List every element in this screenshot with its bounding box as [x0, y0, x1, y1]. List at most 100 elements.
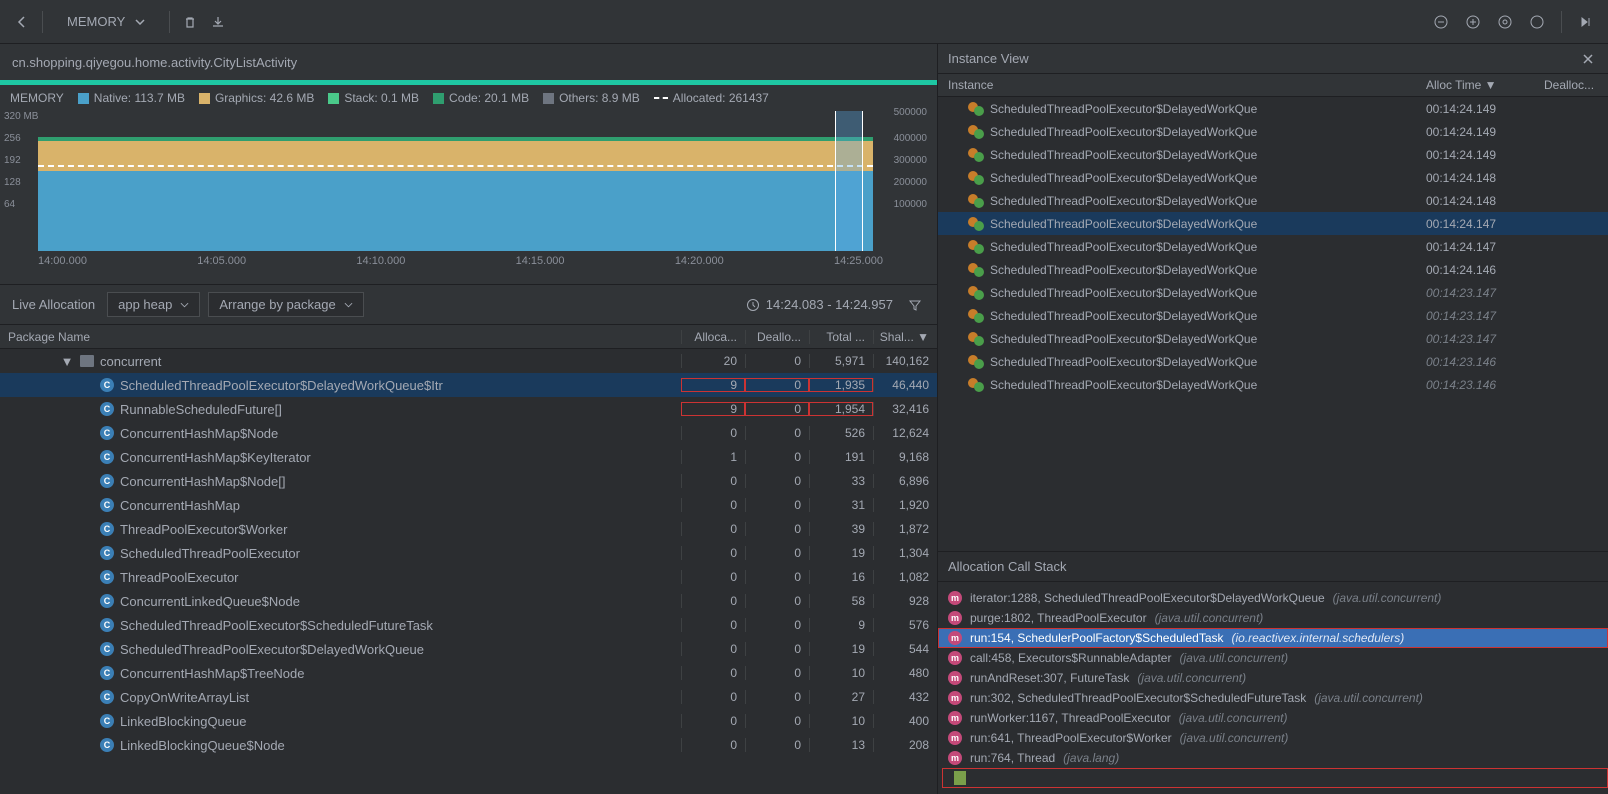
back-button[interactable] [8, 8, 36, 36]
package-folder-row[interactable]: ▼ concurrent 20 0 5,971 140,162 [0, 349, 937, 373]
stack-frame[interactable]: m run:302, ScheduledThreadPoolExecutor$S… [938, 688, 1608, 708]
frame-method: runWorker:1167, ThreadPoolExecutor [970, 711, 1171, 725]
chart-layer-code [38, 137, 873, 141]
delete-button[interactable] [176, 8, 204, 36]
class-row[interactable]: C ConcurrentLinkedQueue$Node 0 0 58 928 [0, 589, 937, 613]
chart-allocated-line [38, 165, 873, 167]
zoom-out-button[interactable] [1427, 8, 1455, 36]
instance-row[interactable]: ScheduledThreadPoolExecutor$DelayedWorkQ… [938, 258, 1608, 281]
instance-row[interactable]: ScheduledThreadPoolExecutor$DelayedWorkQ… [938, 235, 1608, 258]
instance-alloc-time: 00:14:24.148 [1418, 194, 1538, 208]
instance-name: ScheduledThreadPoolExecutor$DelayedWorkQ… [990, 240, 1257, 254]
zoom-reset-button[interactable] [1491, 8, 1519, 36]
class-row[interactable]: C ScheduledThreadPoolExecutor$ScheduledF… [0, 613, 937, 637]
class-row[interactable]: C ThreadPoolExecutor$Worker 0 0 39 1,872 [0, 517, 937, 541]
instance-row[interactable]: ScheduledThreadPoolExecutor$DelayedWorkQ… [938, 189, 1608, 212]
class-row[interactable]: C ScheduledThreadPoolExecutor 0 0 19 1,3… [0, 541, 937, 565]
instance-row[interactable]: ScheduledThreadPoolExecutor$DelayedWorkQ… [938, 166, 1608, 189]
stack-frame[interactable]: m run:641, ThreadPoolExecutor$Worker (ja… [938, 728, 1608, 748]
y-right-tick: 300000 [894, 155, 927, 166]
instance-row[interactable]: ScheduledThreadPoolExecutor$DelayedWorkQ… [938, 373, 1608, 396]
instance-name: ScheduledThreadPoolExecutor$DelayedWorkQ… [990, 171, 1257, 185]
instance-icon [968, 171, 984, 185]
method-icon: m [948, 611, 962, 625]
instance-row[interactable]: ScheduledThreadPoolExecutor$DelayedWorkQ… [938, 304, 1608, 327]
class-row[interactable]: C CopyOnWriteArrayList 0 0 27 432 [0, 685, 937, 709]
class-row[interactable]: C ConcurrentHashMap$KeyIterator 1 0 191 … [0, 445, 937, 469]
col-alloc-time[interactable]: Alloc Time ▼ [1418, 78, 1538, 92]
instance-icon [968, 355, 984, 369]
x-tick: 14:20.000 [675, 255, 724, 267]
col-dealloc-time[interactable]: Dealloc... [1538, 78, 1608, 92]
y-right-tick: 100000 [894, 199, 927, 210]
col-total[interactable]: Total ... [809, 330, 873, 344]
zoom-fit-button[interactable] [1523, 8, 1551, 36]
class-row[interactable]: C ThreadPoolExecutor 0 0 16 1,082 [0, 565, 937, 589]
class-name: ConcurrentHashMap$KeyIterator [120, 450, 311, 465]
stack-frame[interactable]: m run:154, SchedulerPoolFactory$Schedule… [938, 628, 1608, 648]
stack-frame[interactable]: m iterator:1288, ScheduledThreadPoolExec… [938, 588, 1608, 608]
instance-icon [968, 217, 984, 231]
export-button[interactable] [204, 8, 232, 36]
class-icon: C [100, 738, 114, 752]
instance-alloc-time: 00:14:24.149 [1418, 148, 1538, 162]
stack-frame[interactable]: m call:458, Executors$RunnableAdapter (j… [938, 648, 1608, 668]
class-icon: C [100, 690, 114, 704]
stack-thread[interactable] [942, 768, 1608, 788]
col-allocations[interactable]: Alloca... [681, 330, 745, 344]
instance-name: ScheduledThreadPoolExecutor$DelayedWorkQ… [990, 194, 1257, 208]
col-package-name[interactable]: Package Name [0, 330, 681, 344]
chart-selection[interactable] [835, 111, 863, 251]
expand-arrow-icon[interactable]: ▼ [60, 354, 74, 369]
class-row[interactable]: C ConcurrentHashMap 0 0 31 1,920 [0, 493, 937, 517]
class-row[interactable]: C ConcurrentHashMap$Node 0 0 526 12,624 [0, 421, 937, 445]
instance-row[interactable]: ScheduledThreadPoolExecutor$DelayedWorkQ… [938, 143, 1608, 166]
col-instance[interactable]: Instance [938, 78, 1418, 92]
class-icon: C [100, 666, 114, 680]
call-stack-title: Allocation Call Stack [948, 559, 1067, 574]
left-panel: cn.shopping.qiyegou.home.activity.CityLi… [0, 44, 938, 794]
instance-name: ScheduledThreadPoolExecutor$DelayedWorkQ… [990, 263, 1257, 277]
instance-row[interactable]: ScheduledThreadPoolExecutor$DelayedWorkQ… [938, 97, 1608, 120]
instance-name: ScheduledThreadPoolExecutor$DelayedWorkQ… [990, 286, 1257, 300]
class-name: ConcurrentHashMap$Node[] [120, 474, 285, 489]
arrange-dropdown[interactable]: Arrange by package [208, 292, 363, 317]
instance-row[interactable]: ScheduledThreadPoolExecutor$DelayedWorkQ… [938, 120, 1608, 143]
memory-chart[interactable]: MEMORY Native: 113.7 MB Graphics: 42.6 M… [0, 85, 937, 285]
zoom-in-button[interactable] [1459, 8, 1487, 36]
class-row[interactable]: C ScheduledThreadPoolExecutor$DelayedWor… [0, 373, 937, 397]
stack-frame[interactable]: m run:764, Thread (java.lang) [938, 748, 1608, 768]
class-name: ConcurrentHashMap$Node [120, 426, 278, 441]
class-row[interactable]: C RunnableScheduledFuture[] 9 0 1,954 32… [0, 397, 937, 421]
time-range-display: 14:24.083 - 14:24.957 [746, 297, 893, 312]
instance-row[interactable]: ScheduledThreadPoolExecutor$DelayedWorkQ… [938, 212, 1608, 235]
stack-frame[interactable]: m runWorker:1167, ThreadPoolExecutor (ja… [938, 708, 1608, 728]
col-deallocations[interactable]: Deallo... [745, 330, 809, 344]
method-icon: m [948, 751, 962, 765]
heap-dropdown[interactable]: app heap [107, 292, 200, 317]
divider [42, 11, 43, 33]
legend-graphics: Graphics: 42.6 MB [199, 91, 314, 105]
class-name: ScheduledThreadPoolExecutor$ScheduledFut… [120, 618, 433, 633]
instance-alloc-time: 00:14:23.146 [1418, 355, 1538, 369]
class-row[interactable]: C ConcurrentHashMap$Node[] 0 0 33 6,896 [0, 469, 937, 493]
stack-frame[interactable]: m purge:1802, ThreadPoolExecutor (java.u… [938, 608, 1608, 628]
class-row[interactable]: C LinkedBlockingQueue$Node 0 0 13 208 [0, 733, 937, 757]
class-name: LinkedBlockingQueue$Node [120, 738, 285, 753]
class-row[interactable]: C ConcurrentHashMap$TreeNode 0 0 10 480 [0, 661, 937, 685]
instance-row[interactable]: ScheduledThreadPoolExecutor$DelayedWorkQ… [938, 327, 1608, 350]
col-shallow[interactable]: Shal... ▼ [873, 330, 937, 344]
class-row[interactable]: C ScheduledThreadPoolExecutor$DelayedWor… [0, 637, 937, 661]
class-row[interactable]: C LinkedBlockingQueue 0 0 10 400 [0, 709, 937, 733]
frame-package: (java.util.concurrent) [1314, 691, 1423, 705]
close-icon[interactable] [1578, 49, 1598, 69]
instance-row[interactable]: ScheduledThreadPoolExecutor$DelayedWorkQ… [938, 350, 1608, 373]
filter-button[interactable] [901, 291, 929, 319]
instance-row[interactable]: ScheduledThreadPoolExecutor$DelayedWorkQ… [938, 281, 1608, 304]
go-to-end-button[interactable] [1572, 8, 1600, 36]
class-name: RunnableScheduledFuture[] [120, 402, 282, 417]
memory-dropdown[interactable]: MEMORY [57, 10, 155, 33]
allocation-toolbar: Live Allocation app heap Arrange by pack… [0, 285, 937, 325]
stack-frame[interactable]: m runAndReset:307, FutureTask (java.util… [938, 668, 1608, 688]
class-name: ScheduledThreadPoolExecutor$DelayedWorkQ… [120, 642, 424, 657]
